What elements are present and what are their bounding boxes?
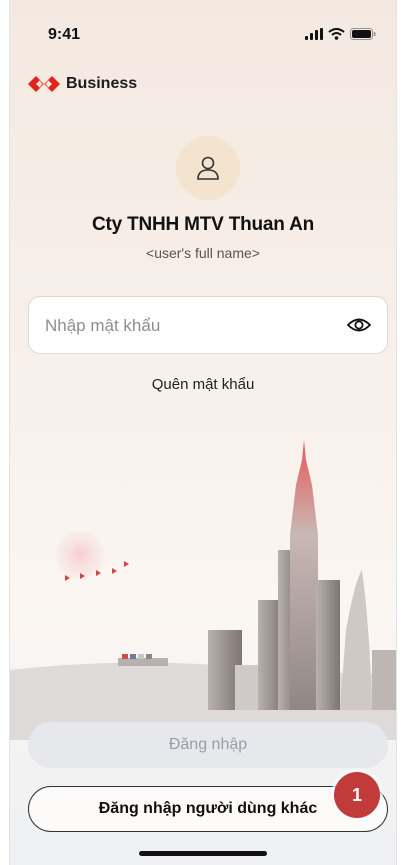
login-button[interactable]: Đăng nhập [28,722,388,768]
wifi-icon [328,28,345,40]
battery-icon [350,28,376,40]
user-icon [197,156,219,180]
status-time: 9:41 [48,26,81,43]
signal-icon [305,28,323,40]
user-full-name: <user's full name> [146,245,260,261]
home-indicator [139,851,267,856]
password-input[interactable] [43,297,327,355]
forgot-password-link[interactable]: Quên mật khẩu [10,376,396,393]
avatar [176,136,240,200]
phone-screen: 9:41 Business Cty TNHH MTV Thuan An <use… [9,0,397,865]
company-name: Cty TNHH MTV Thuan An [91,214,315,235]
city-skyline-illustration [10,440,396,740]
step-badge: 1 [334,772,380,818]
eye-icon[interactable] [347,314,371,336]
brand: Business [28,75,137,93]
brand-label: Business [66,75,138,92]
status-icons [305,28,376,40]
password-field[interactable] [28,296,388,355]
brand-logo-icon [28,76,60,92]
